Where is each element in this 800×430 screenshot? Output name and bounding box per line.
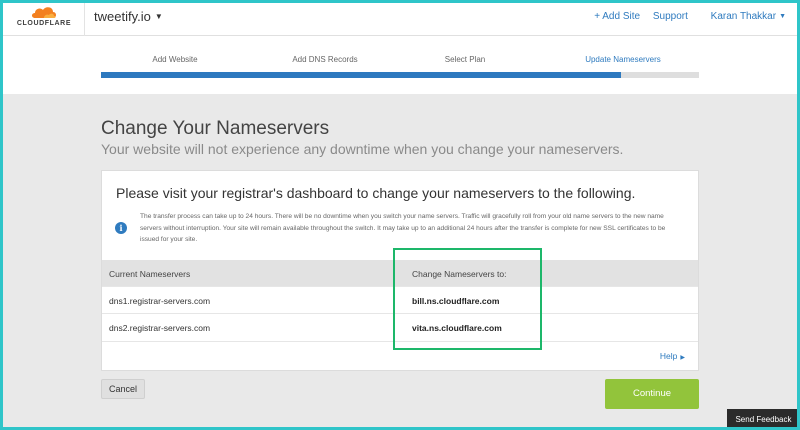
- page-subtitle: Your website will not experience any dow…: [101, 141, 624, 157]
- step-update-nameservers: Update Nameservers: [585, 55, 661, 64]
- step-add-website: Add Website: [152, 55, 198, 64]
- setup-steps: Add Website Add DNS Records Select Plan …: [0, 36, 800, 94]
- table-bottom-border: [102, 341, 698, 342]
- chevron-right-icon: ▶: [680, 355, 685, 361]
- top-bar: CLOUDFLARE tweetify.io ▼ + Add Site Suppo…: [0, 0, 800, 36]
- caret-down-icon: ▼: [779, 13, 786, 20]
- cancel-button[interactable]: Cancel: [101, 379, 145, 399]
- add-site-link[interactable]: + Add Site: [594, 11, 640, 22]
- step-select-plan: Select Plan: [444, 55, 486, 64]
- cloudflare-logo[interactable]: CLOUDFLARE: [8, 5, 80, 31]
- logo-wordmark: CLOUDFLARE: [16, 20, 72, 27]
- nameserver-table: Current Nameservers Change Nameservers t…: [102, 260, 698, 340]
- support-link[interactable]: Support: [653, 11, 688, 22]
- site-selector[interactable]: tweetify.io ▼: [94, 9, 163, 24]
- page-title: Change Your Nameservers: [101, 118, 330, 139]
- site-name: tweetify.io: [94, 9, 151, 24]
- table-row: dns1.registrar-servers.com bill.ns.cloud…: [102, 286, 698, 313]
- step-add-dns-records: Add DNS Records: [292, 55, 358, 64]
- card-heading: Please visit your registrar's dashboard …: [116, 185, 636, 201]
- help-link[interactable]: Help ▶: [660, 351, 685, 361]
- table-header: Current Nameservers Change Nameservers t…: [102, 260, 698, 286]
- new-nameserver[interactable]: bill.ns.cloudflare.com: [412, 296, 499, 306]
- progress-track: [101, 72, 699, 78]
- send-feedback-button[interactable]: Send Feedback: [727, 409, 800, 430]
- help-label: Help: [659, 351, 678, 361]
- current-nameserver[interactable]: dns2.registrar-servers.com: [109, 323, 210, 333]
- current-nameserver[interactable]: dns1.registrar-servers.com: [109, 296, 210, 306]
- caret-down-icon: ▼: [154, 12, 163, 21]
- header-current-nameservers: Current Nameservers: [109, 269, 191, 279]
- nameserver-card: Please visit your registrar's dashboard …: [101, 170, 699, 371]
- new-nameserver[interactable]: vita.ns.cloudflare.com: [412, 323, 502, 333]
- continue-button[interactable]: Continue: [605, 379, 699, 409]
- header-divider: [84, 0, 85, 36]
- user-name: Karan Thakkar: [710, 11, 777, 22]
- table-row: dns2.registrar-servers.com vita.ns.cloud…: [102, 313, 698, 340]
- progress-fill: [101, 72, 622, 78]
- cloud-icon: [32, 7, 56, 18]
- header-nav: + Add Site Support Karan Thakkar ▼: [584, 11, 786, 22]
- user-menu[interactable]: Karan Thakkar ▼: [701, 11, 786, 22]
- info-icon: i: [115, 222, 127, 234]
- transfer-info-text: The transfer process can take up to 24 h…: [140, 213, 666, 243]
- header-change-nameservers: Change Nameservers to:: [412, 269, 507, 279]
